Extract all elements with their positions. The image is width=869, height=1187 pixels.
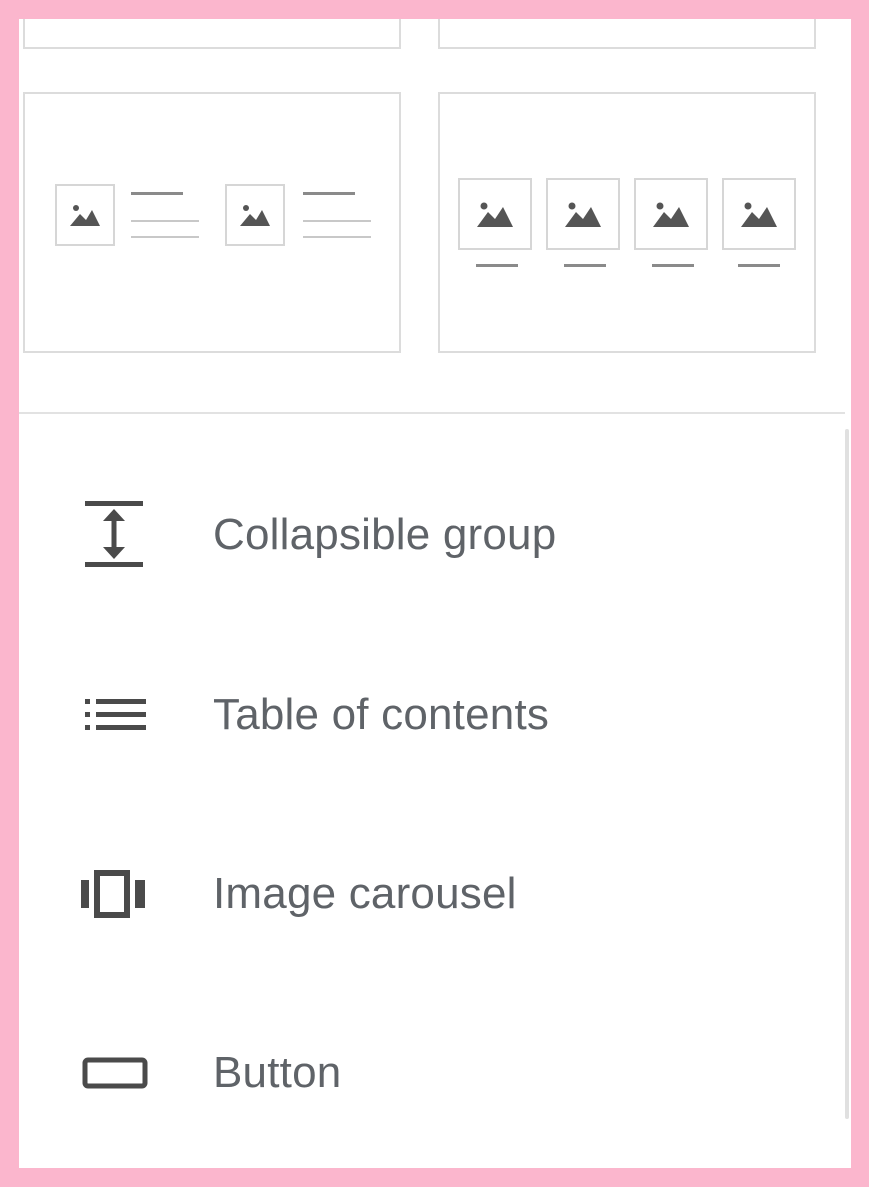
text-line <box>303 236 371 238</box>
section-divider <box>19 412 845 414</box>
caption-line <box>738 264 780 267</box>
menu-item-label: Image carousel <box>213 869 517 918</box>
table-of-contents-icon <box>79 679 151 751</box>
image-placeholder-icon <box>634 178 708 250</box>
caption-line <box>652 264 694 267</box>
caption-line <box>564 264 606 267</box>
collapsible-group-icon <box>79 499 151 571</box>
scrollbar[interactable] <box>845 429 849 1119</box>
layout-card[interactable] <box>23 19 401 49</box>
button-icon <box>79 1037 151 1109</box>
insert-panel: Collapsible group Table of contents Imag… <box>19 19 851 1168</box>
image-carousel-icon <box>79 858 151 930</box>
text-line <box>303 220 371 222</box>
menu-item-table-of-contents[interactable]: Table of contents <box>19 655 839 775</box>
image-placeholder-icon <box>722 178 796 250</box>
menu-item-label: Table of contents <box>213 690 550 739</box>
layout-card-two-images-text[interactable] <box>23 92 401 353</box>
text-line <box>131 192 183 195</box>
image-placeholder-icon <box>55 184 115 246</box>
text-line <box>131 220 199 222</box>
text-line <box>131 236 199 238</box>
image-placeholder-icon <box>225 184 285 246</box>
layout-card[interactable] <box>438 19 816 49</box>
layout-card-four-images[interactable] <box>438 92 816 353</box>
caption-line <box>476 264 518 267</box>
menu-item-label: Collapsible group <box>213 510 557 559</box>
text-line <box>303 192 355 195</box>
image-placeholder-icon <box>546 178 620 250</box>
menu-item-image-carousel[interactable]: Image carousel <box>19 834 839 954</box>
menu-item-button[interactable]: Button <box>19 1013 839 1133</box>
menu-item-collapsible-group[interactable]: Collapsible group <box>19 475 839 595</box>
image-placeholder-icon <box>458 178 532 250</box>
menu-item-label: Button <box>213 1048 342 1097</box>
